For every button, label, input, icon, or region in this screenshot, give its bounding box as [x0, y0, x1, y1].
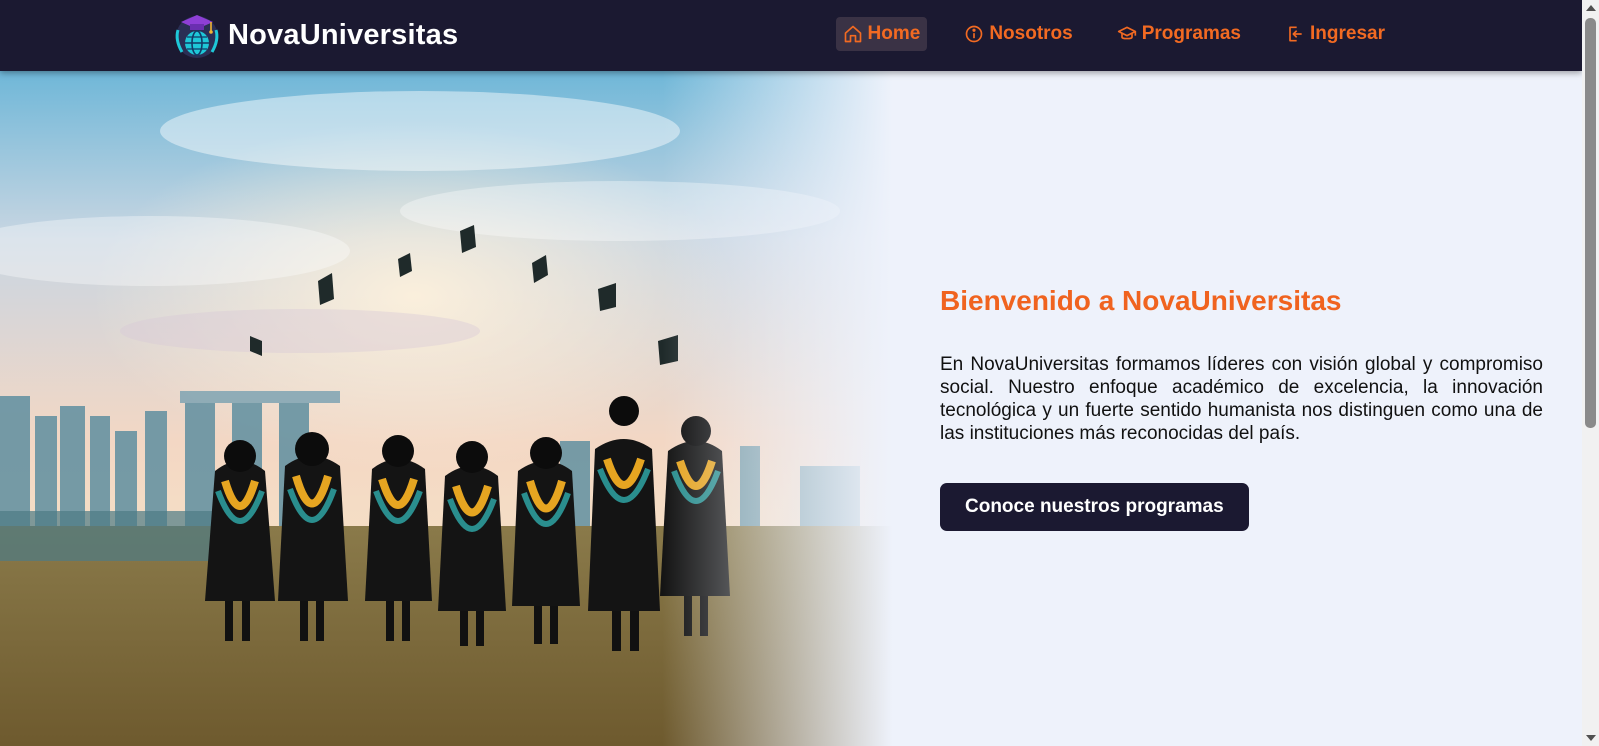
vertical-scrollbar[interactable]	[1582, 0, 1599, 746]
nav-item-programas[interactable]: Programas	[1110, 17, 1248, 51]
nav-item-label: Home	[867, 23, 921, 44]
hero-content: Bienvenido a NovaUniversitas En NovaUniv…	[940, 283, 1543, 531]
info-icon	[965, 25, 983, 43]
scroll-thumb[interactable]	[1585, 18, 1596, 428]
nav-item-nosotros[interactable]: Nosotros	[957, 17, 1079, 51]
hero-image	[0, 71, 920, 746]
main-nav: Home Nosotros Programas Ingresar	[835, 17, 1392, 51]
nav-item-label: Nosotros	[989, 23, 1073, 44]
programs-cta-button[interactable]: Conoce nuestros programas	[940, 483, 1249, 531]
scroll-down-arrow-icon[interactable]	[1586, 735, 1596, 741]
nav-item-label: Ingresar	[1310, 23, 1385, 44]
home-icon	[844, 25, 861, 43]
nav-item-ingresar[interactable]: Ingresar	[1278, 17, 1392, 51]
graduation-globe-icon	[175, 15, 219, 58]
nav-item-label: Programas	[1141, 23, 1242, 44]
graduates-photo	[0, 71, 920, 746]
login-icon	[1289, 26, 1302, 42]
top-navbar: NovaUniversitas Home Nosotros Programas	[0, 0, 1582, 71]
hero-title: Bienvenido a NovaUniversitas	[940, 285, 1342, 316]
scroll-up-arrow-icon[interactable]	[1586, 5, 1596, 11]
nav-item-home[interactable]: Home	[835, 17, 928, 51]
hero-description: En NovaUniversitas formamos líderes con …	[940, 354, 1543, 444]
graduation-cap-icon	[1117, 26, 1136, 40]
brand-name: NovaUniversitas	[228, 18, 459, 51]
brand[interactable]: NovaUniversitas	[172, 9, 458, 61]
